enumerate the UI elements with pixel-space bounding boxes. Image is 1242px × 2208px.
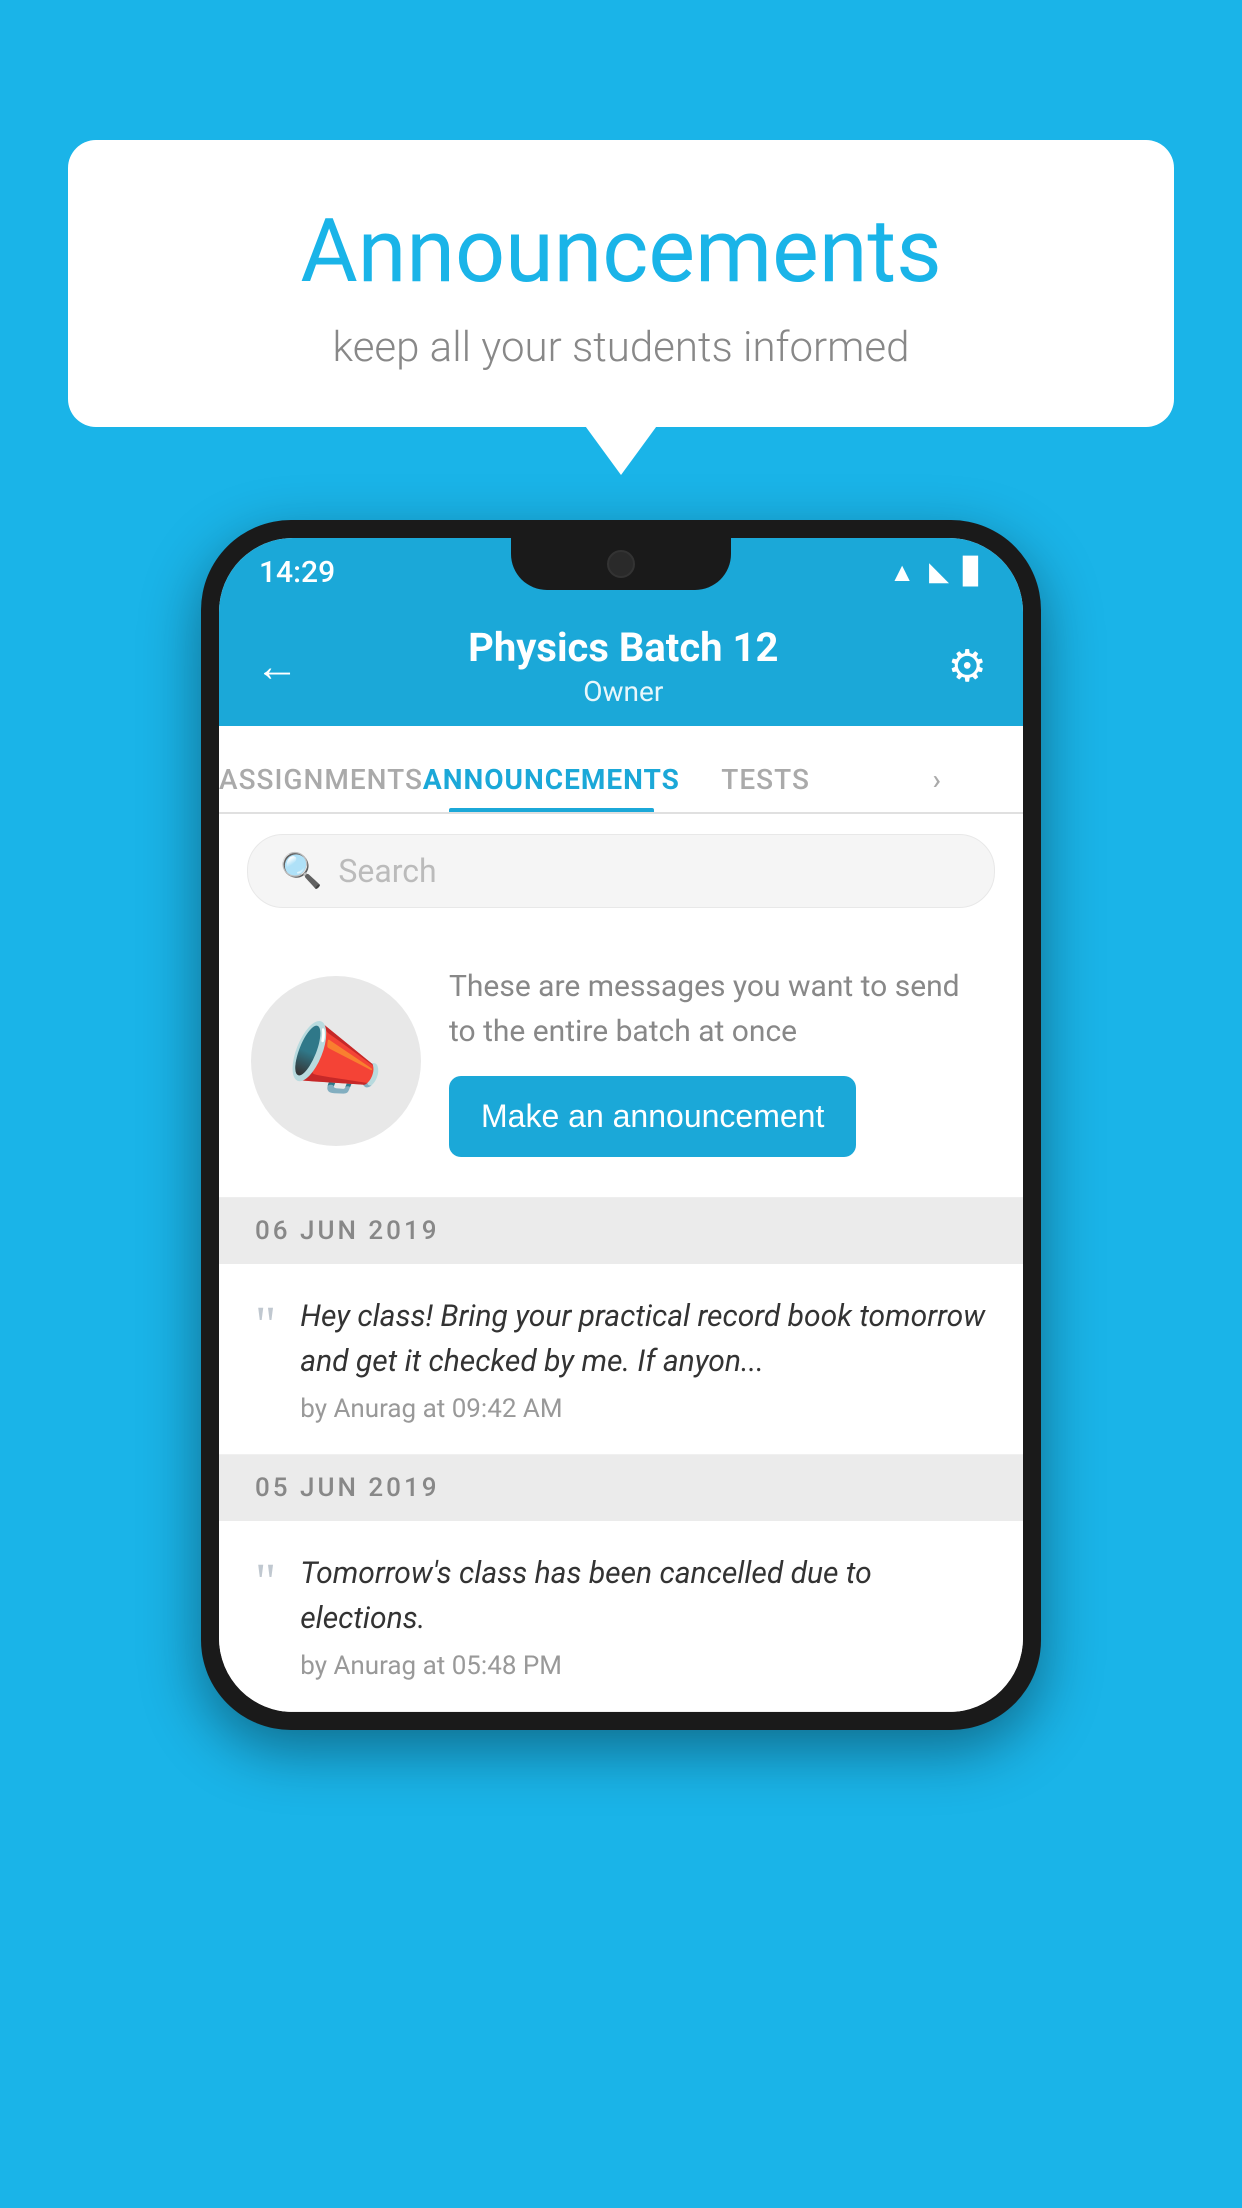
header-subtitle: Owner [468, 675, 778, 708]
app-header: ← Physics Batch 12 Owner ⚙ [219, 606, 1023, 726]
promo-icon-circle: 📣 [251, 976, 421, 1146]
announcement-text-block-1: Hey class! Bring your practical record b… [300, 1294, 987, 1424]
announcement-text-block-2: Tomorrow's class has been cancelled due … [300, 1551, 987, 1681]
header-title: Physics Batch 12 [468, 624, 778, 671]
megaphone-icon: 📣 [287, 1015, 384, 1106]
bubble-subtitle: keep all your students informed [148, 323, 1094, 372]
announcement-message-1: Hey class! Bring your practical record b… [300, 1294, 987, 1384]
battery-icon: ▊ [963, 557, 983, 587]
signal-icon: ◣ [929, 557, 949, 587]
tab-more[interactable]: › [851, 763, 1023, 812]
announcement-meta-1: by Anurag at 09:42 AM [300, 1394, 987, 1424]
quote-icon-1: " [255, 1300, 276, 1352]
promo-right: These are messages you want to send to t… [449, 964, 991, 1157]
phone-outer: 14:29 ▲ ◣ ▊ ← Physics Batch 12 Owner ⚙ A… [201, 520, 1041, 1730]
announcement-message-2: Tomorrow's class has been cancelled due … [300, 1551, 987, 1641]
promo-section: 📣 These are messages you want to send to… [219, 928, 1023, 1198]
tab-tests[interactable]: TESTS [680, 763, 852, 812]
phone-mockup: 14:29 ▲ ◣ ▊ ← Physics Batch 12 Owner ⚙ A… [201, 520, 1041, 1730]
tab-assignments[interactable]: ASSIGNMENTS [219, 763, 423, 812]
bubble-title: Announcements [148, 200, 1094, 303]
speech-bubble: Announcements keep all your students inf… [68, 140, 1174, 427]
announcement-item-2[interactable]: " Tomorrow's class has been cancelled du… [219, 1521, 1023, 1712]
speech-bubble-section: Announcements keep all your students inf… [68, 140, 1174, 427]
announcement-item-1[interactable]: " Hey class! Bring your practical record… [219, 1264, 1023, 1455]
phone-notch [511, 538, 731, 590]
search-placeholder: Search [338, 852, 436, 890]
phone-screen: 14:29 ▲ ◣ ▊ ← Physics Batch 12 Owner ⚙ A… [219, 538, 1023, 1712]
date-divider-2: 05 JUN 2019 [219, 1455, 1023, 1521]
settings-button[interactable]: ⚙ [948, 640, 987, 692]
status-icons: ▲ ◣ ▊ [889, 557, 983, 588]
tab-announcements[interactable]: ANNOUNCEMENTS [423, 763, 680, 812]
phone-camera [607, 550, 635, 578]
back-button[interactable]: ← [255, 640, 299, 692]
quote-icon-2: " [255, 1557, 276, 1609]
search-container: 🔍 Search [219, 814, 1023, 928]
wifi-icon: ▲ [889, 557, 915, 588]
make-announcement-button[interactable]: Make an announcement [449, 1076, 856, 1157]
search-bar[interactable]: 🔍 Search [247, 834, 995, 908]
announcement-meta-2: by Anurag at 05:48 PM [300, 1651, 987, 1681]
tabs-bar: ASSIGNMENTS ANNOUNCEMENTS TESTS › [219, 726, 1023, 814]
search-icon: 🔍 [280, 851, 322, 891]
date-divider-1: 06 JUN 2019 [219, 1198, 1023, 1264]
header-title-block: Physics Batch 12 Owner [468, 624, 778, 708]
status-time: 14:29 [259, 555, 335, 590]
promo-description: These are messages you want to send to t… [449, 964, 991, 1054]
